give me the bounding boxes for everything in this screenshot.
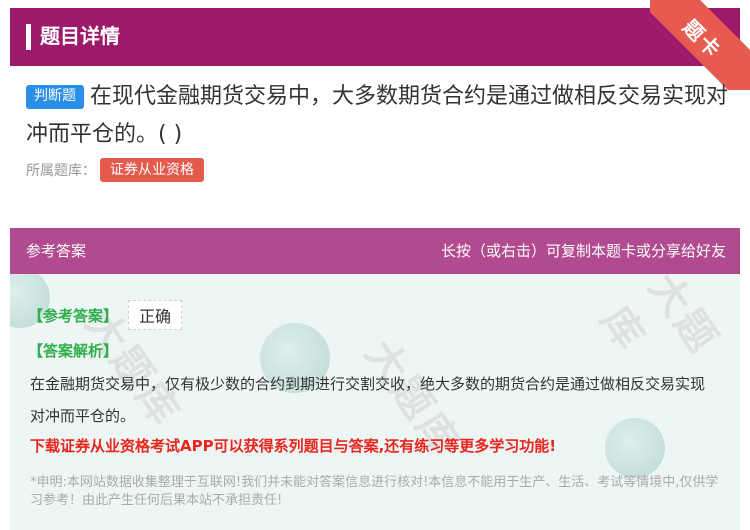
header-accent-bar bbox=[26, 24, 31, 50]
corner-ribbon-band: 题卡 bbox=[650, 0, 750, 90]
question-bank-label: 所属题库： bbox=[26, 163, 96, 179]
analysis-text: 在金融期货交易中，仅有极少数的合约到期进行交割交收，绝大多数的期货合约是通过做相… bbox=[30, 375, 706, 425]
corner-ribbon-label: 题卡 bbox=[678, 14, 727, 63]
page: 题目详情 题卡 判断题 在现代金融期货交易中，大多数期货合约是通过做相反交易实现对… bbox=[0, 0, 750, 530]
question-text: 在现代金融期货交易中，大多数期货合约是通过做相反交易实现对冲而平仓的。( ) bbox=[26, 84, 729, 147]
answer-section: 大题库 大题库 大题库 参考答案 长按（或右击）可复制本题卡或分享给好友 【参考… bbox=[10, 228, 740, 530]
reference-answer-row: 【参考答案】 正确 bbox=[28, 300, 183, 330]
question-bank-link[interactable]: 证券从业资格 bbox=[100, 158, 204, 182]
reference-answer-label: 【参考答案】 bbox=[28, 306, 119, 325]
header-bar: 题目详情 bbox=[10, 8, 740, 66]
app-download-promo[interactable]: 下载证券从业资格考试APP可以获得系列题目与答案,还有练习等更多学习功能! bbox=[30, 434, 730, 458]
question-bank-row: 所属题库： 证券从业资格 bbox=[26, 157, 204, 183]
page-title: 题目详情 bbox=[40, 24, 120, 48]
analysis-label: 【答案解析】 bbox=[28, 342, 119, 360]
reference-answer-value: 正确 bbox=[128, 300, 183, 330]
disclaimer-text: *申明:本网站数据收集整理于互联网!我们并未能对答案信息进行核对!本信息不能用于… bbox=[30, 475, 719, 508]
corner-ribbon[interactable]: 题卡 bbox=[650, 0, 750, 90]
answer-bar: 参考答案 长按（或右击）可复制本题卡或分享给好友 bbox=[10, 228, 740, 274]
copy-share-hint: 长按（或右击）可复制本题卡或分享给好友 bbox=[440, 242, 726, 260]
answer-bar-title: 参考答案 bbox=[26, 242, 87, 260]
question-type-badge: 判断题 bbox=[26, 85, 84, 109]
question-block: 判断题 在现代金融期货交易中，大多数期货合约是通过做相反交易实现对冲而平仓的。( … bbox=[26, 78, 736, 154]
